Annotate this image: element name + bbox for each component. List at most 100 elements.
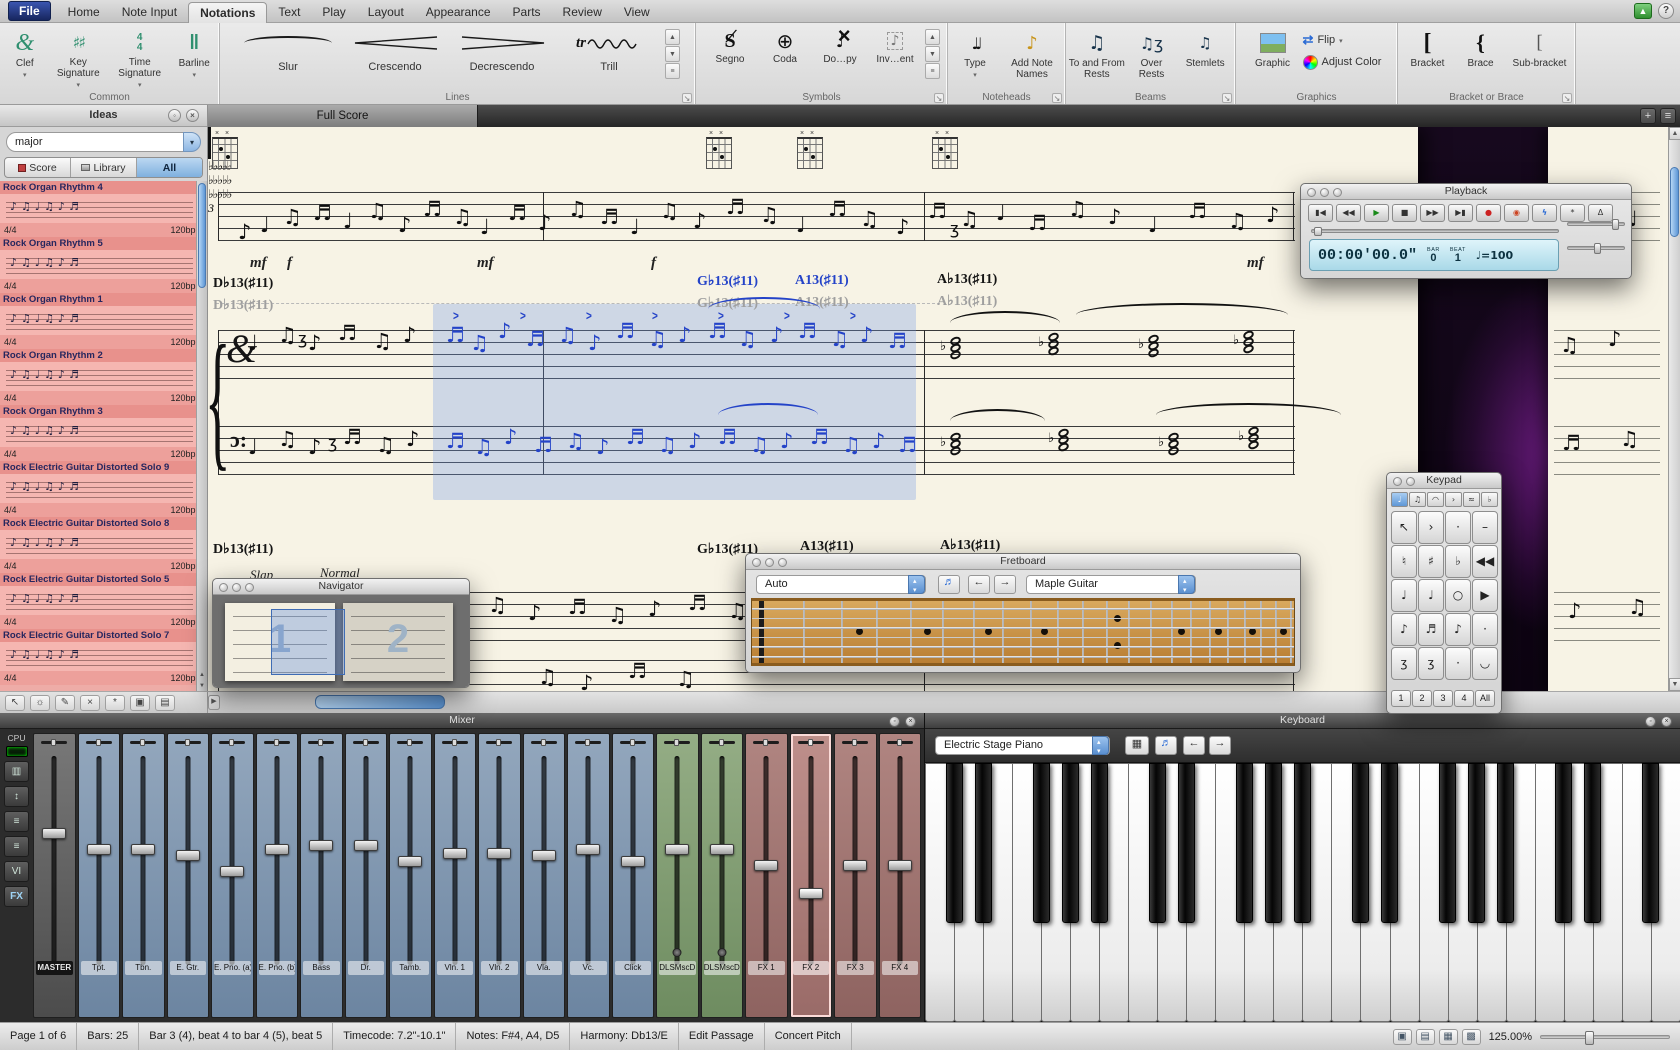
window-minimize-icon[interactable] (1406, 477, 1415, 486)
pan-slider[interactable] (753, 741, 779, 744)
detach-panel-icon[interactable]: ◦ (168, 109, 181, 122)
capture-idea-icon[interactable]: ☼ (30, 695, 50, 711)
faders-button[interactable]: ↕ (4, 786, 29, 807)
octave-left-icon[interactable]: ← (1183, 736, 1205, 755)
keypad-key-escape[interactable]: ↖ (1391, 511, 1417, 544)
slur-gallery-item[interactable]: Slur (235, 25, 341, 83)
ideas-search-input[interactable] (6, 132, 184, 152)
fader-thumb[interactable] (87, 844, 111, 855)
close-panel-icon[interactable]: × (186, 109, 199, 122)
tab-menu-icon[interactable]: ≡ (1660, 108, 1676, 124)
brace-button[interactable]: {Brace (1456, 25, 1506, 89)
idea-item[interactable]: Rock Electric Guitar Distorted Solo 5♪♫♩… (0, 573, 207, 629)
idea-item[interactable]: Rock Organ Rhythm 3♪♫♩♫♪♬4/4120bpm (0, 405, 207, 461)
vertical-scrollbar[interactable]: ▲ ▼ (1668, 127, 1680, 691)
fast-forward-button[interactable]: ▶▶ (1420, 204, 1445, 222)
idea-item[interactable]: Rock Organ Rhythm 2♪♫♩♫♪♬4/4120bpm (0, 349, 207, 405)
keypad-voice-4[interactable]: 4 (1454, 690, 1474, 707)
type-button[interactable]: ♩♩Type▾ (950, 25, 1000, 89)
gallery-down-icon[interactable]: ▼ (925, 46, 940, 62)
keypad-key-rest[interactable]: ʒ (1418, 647, 1444, 680)
black-key[interactable] (1381, 763, 1398, 923)
file-tab[interactable]: File (8, 1, 51, 21)
flexi-time-record-button[interactable]: ◉ (1504, 204, 1529, 222)
keypad-key-half-note[interactable]: ♩ (1391, 579, 1417, 612)
pan-thumb[interactable] (140, 739, 145, 746)
idea-settings-icon[interactable]: * (105, 695, 125, 711)
do-py-gallery-item[interactable]: ♩×Do…py (813, 25, 867, 83)
fader-thumb[interactable] (843, 860, 867, 871)
pan-thumb[interactable] (897, 739, 902, 746)
zoom-slider-thumb[interactable] (1585, 1031, 1594, 1045)
close-mixer-icon[interactable]: × (905, 716, 916, 727)
pan-slider[interactable] (397, 741, 423, 744)
pan-thumb[interactable] (763, 739, 768, 746)
ribbon-tab-play[interactable]: Play (311, 2, 356, 22)
ideas-tab-all[interactable]: All (137, 158, 202, 177)
pan-slider[interactable] (486, 741, 512, 744)
pan-slider[interactable] (264, 741, 290, 744)
keypad-voice-1[interactable]: 1 (1391, 690, 1411, 707)
ribbon-tab-home[interactable]: Home (57, 2, 111, 22)
virtual-instruments-button[interactable]: VI (4, 861, 29, 882)
pan-slider[interactable] (442, 741, 468, 744)
fader-thumb[interactable] (576, 844, 600, 855)
transposing-score-icon[interactable]: ▦ (1439, 1029, 1458, 1045)
pan-thumb[interactable] (674, 739, 679, 746)
note-input-icon[interactable]: ♬ (938, 575, 960, 594)
fader-thumb[interactable] (309, 840, 333, 851)
navigator-title-bar[interactable]: Navigator (213, 579, 469, 595)
fader-thumb[interactable] (665, 844, 689, 855)
vertical-scroll-thumb[interactable] (1670, 167, 1679, 237)
keypad-key-next-layout[interactable]: ▶ (1472, 579, 1498, 612)
fader-thumb[interactable] (532, 850, 556, 861)
to-and-from-rests-button[interactable]: ♫To and From Rests (1068, 25, 1126, 89)
ideas-scrollbar[interactable]: ▲▼ (196, 181, 207, 691)
timeline-thumb[interactable] (1314, 227, 1322, 236)
keypad-key-eighth-note[interactable]: ♪ (1391, 613, 1417, 646)
black-key[interactable] (975, 763, 992, 923)
playback-timeline-slider[interactable] (1311, 229, 1559, 233)
pan-slider[interactable] (353, 741, 379, 744)
keypad-key-natural[interactable]: ♮ (1391, 545, 1417, 578)
barline-button[interactable]: ‖Barline▾ (171, 25, 217, 89)
pan-thumb[interactable] (185, 739, 190, 746)
black-key[interactable] (1352, 763, 1369, 923)
ideas-tab-score[interactable]: Score (5, 158, 71, 177)
keypad-layout-5[interactable]: ≈ (1463, 492, 1480, 507)
effects-button[interactable]: FX (4, 886, 29, 907)
coda-gallery-item[interactable]: ⊕Coda (758, 25, 812, 83)
ribbon-tab-review[interactable]: Review (552, 2, 613, 22)
dialog-launcher-icon[interactable]: ↘ (1562, 93, 1572, 103)
zoom-slider[interactable] (1540, 1035, 1670, 1039)
black-key[interactable] (1062, 763, 1079, 923)
pan-slider[interactable] (842, 741, 868, 744)
navigator-view-rectangle[interactable] (271, 609, 345, 675)
black-key[interactable] (1236, 763, 1253, 923)
rewind-button[interactable]: ◀◀ (1336, 204, 1361, 222)
ribbon-tab-notations[interactable]: Notations (188, 2, 267, 23)
black-key[interactable] (1091, 763, 1108, 923)
black-key[interactable] (1265, 763, 1282, 923)
edit-idea-icon[interactable]: ✎ (55, 695, 75, 711)
pan-slider[interactable] (219, 741, 245, 744)
pan-thumb[interactable] (630, 739, 635, 746)
pan-thumb[interactable] (541, 739, 546, 746)
delete-idea-icon[interactable]: × (80, 695, 100, 711)
fader-thumb[interactable] (42, 828, 66, 839)
pan-slider[interactable] (709, 741, 735, 744)
new-tab-icon[interactable]: + (1640, 108, 1656, 124)
ribbon-tab-note-input[interactable]: Note Input (111, 2, 188, 22)
gallery-up-icon[interactable]: ▲ (665, 29, 680, 45)
play-button[interactable]: ▶ (1364, 204, 1389, 222)
keypad-voice-2[interactable]: 2 (1412, 690, 1432, 707)
pan-thumb[interactable] (274, 739, 279, 746)
ideas-scroll-thumb[interactable] (198, 183, 206, 288)
ribbon-tab-appearance[interactable]: Appearance (415, 2, 502, 22)
pages-view-icon[interactable]: ▣ (1393, 1029, 1412, 1045)
window-minimize-icon[interactable] (765, 558, 774, 567)
previous-icon[interactable]: ← (968, 575, 990, 594)
window-close-icon[interactable] (1307, 188, 1316, 197)
pan-thumb[interactable] (96, 739, 101, 746)
click-toggle-button[interactable]: Δ (1588, 204, 1613, 222)
